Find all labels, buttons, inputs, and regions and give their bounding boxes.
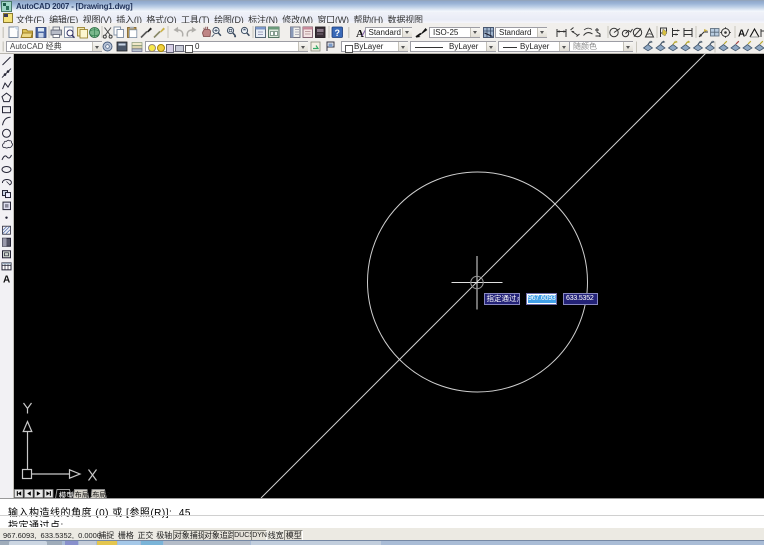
svg-text:A: A <box>738 29 745 40</box>
svg-text:?: ? <box>334 28 340 38</box>
svg-text:A: A <box>3 274 10 285</box>
